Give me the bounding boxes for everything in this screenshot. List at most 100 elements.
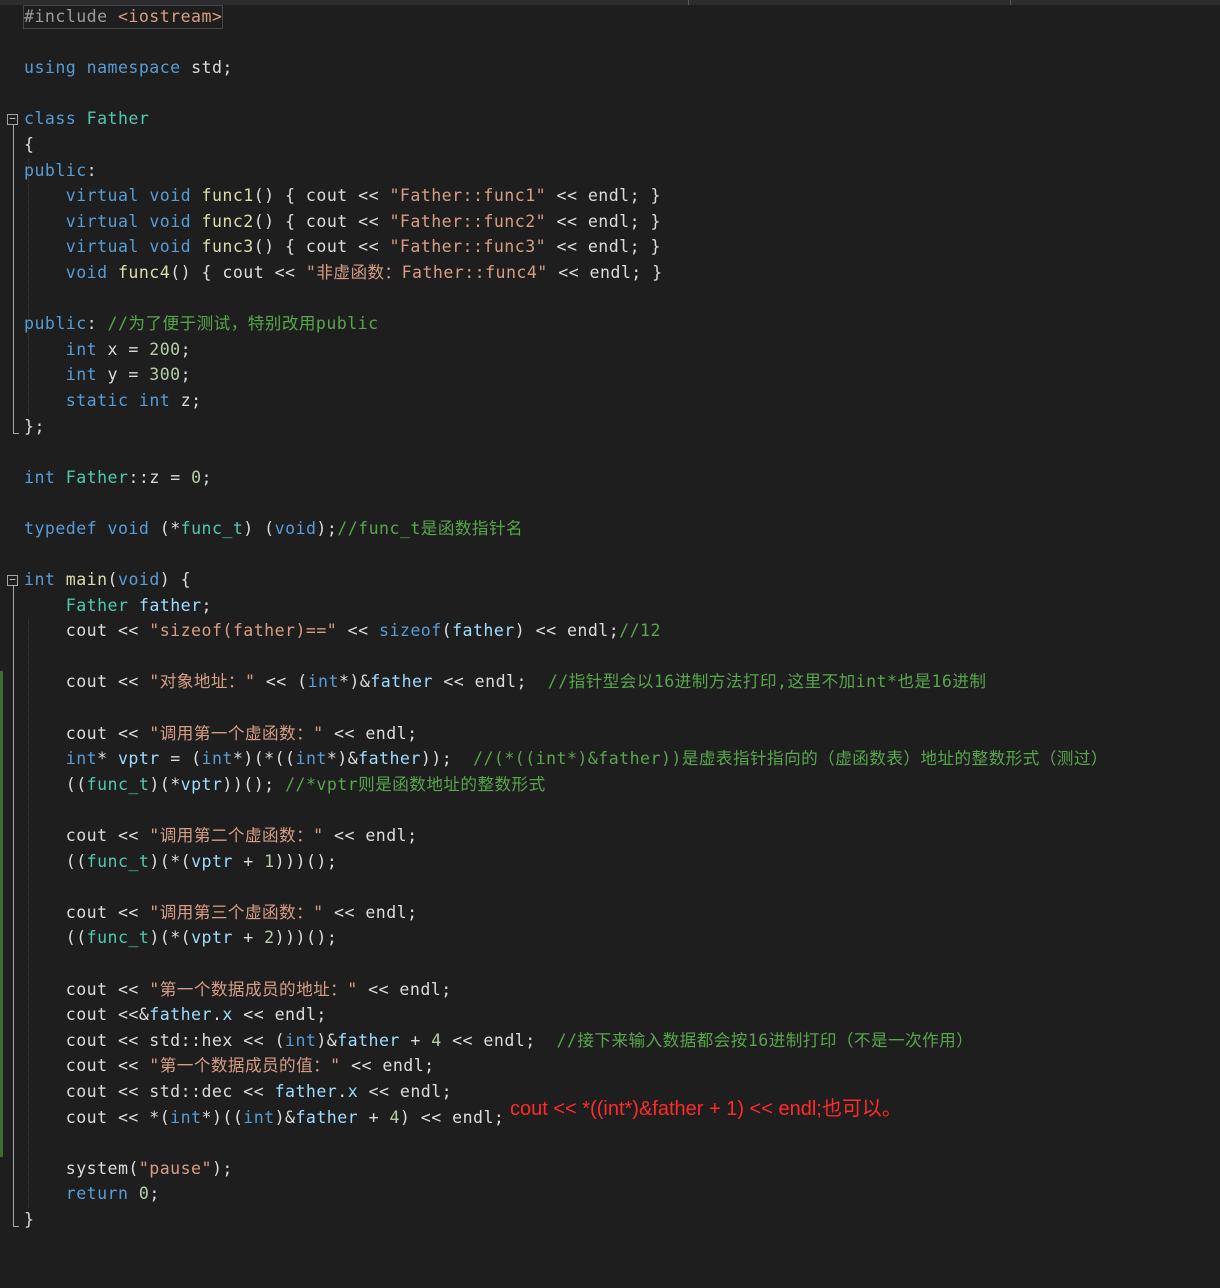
- code-line[interactable]: cout << "调用第三个虚函数：" << endl;: [0, 901, 1220, 927]
- code-line[interactable]: [0, 645, 1220, 671]
- code-line[interactable]: [0, 1131, 1220, 1157]
- code-line[interactable]: virtual void func2() { cout << "Father::…: [0, 210, 1220, 236]
- code-line[interactable]: virtual void func3() { cout << "Father::…: [0, 235, 1220, 261]
- code-line[interactable]: [0, 542, 1220, 568]
- code-line-text[interactable]: cout <<&father.x << endl;: [24, 1004, 327, 1026]
- code-line[interactable]: typedef void (*func_t) (void);//func_t是函…: [0, 517, 1220, 543]
- code-line[interactable]: using namespace std;: [0, 56, 1220, 82]
- code-line[interactable]: public: //为了便于测试，特别改用public: [0, 312, 1220, 338]
- code-line-text[interactable]: virtual void func1() { cout << "Father::…: [24, 185, 661, 207]
- code-token-keyword: static: [65, 390, 129, 410]
- code-line-text[interactable]: };: [24, 416, 45, 438]
- code-token-plain: :: [86, 314, 108, 334]
- code-line-text[interactable]: public: //为了便于测试，特别改用public: [24, 313, 379, 335]
- code-line[interactable]: public:: [0, 159, 1220, 185]
- code-line[interactable]: system("pause");: [0, 1157, 1220, 1183]
- code-line-text[interactable]: cout << "调用第二个虚函数：" << endl;: [24, 825, 418, 847]
- code-line-text[interactable]: ((func_t)(*vptr))(); //*vptr则是函数地址的整数形式: [24, 774, 546, 796]
- code-line[interactable]: #include <iostream>: [0, 5, 1220, 31]
- code-token-string: "Father::func1": [389, 186, 547, 206]
- code-line[interactable]: cout << "调用第一个虚函数：" << endl;: [0, 722, 1220, 748]
- code-line[interactable]: int Father::z = 0;: [0, 466, 1220, 492]
- code-line[interactable]: [0, 696, 1220, 722]
- code-line-text[interactable]: return 0;: [24, 1183, 160, 1205]
- code-line-text[interactable]: public:: [24, 160, 97, 182]
- code-line[interactable]: void func4() { cout << "非虚函数：Father::fun…: [0, 261, 1220, 287]
- code-line[interactable]: cout << "第一个数据成员的地址：" << endl;: [0, 978, 1220, 1004]
- code-token-plain: *)((: [201, 1107, 244, 1127]
- code-lines[interactable]: #include <iostream> using namespace std; c…: [0, 5, 1220, 1234]
- code-line[interactable]: [0, 798, 1220, 824]
- code-line[interactable]: int x = 200;: [0, 338, 1220, 364]
- code-line[interactable]: [0, 82, 1220, 108]
- code-line[interactable]: cout << "第一个数据成员的值：" << endl;: [0, 1054, 1220, 1080]
- code-line-text[interactable]: void func4() { cout << "非虚函数：Father::fun…: [24, 262, 663, 284]
- code-editor[interactable]: − − #include <iostream> using namespace st…: [0, 0, 1220, 1288]
- code-line[interactable]: }: [0, 1208, 1220, 1234]
- code-line-text[interactable]: Father father;: [24, 595, 212, 617]
- code-line[interactable]: [0, 31, 1220, 57]
- code-line-text[interactable]: virtual void func2() { cout << "Father::…: [24, 211, 661, 233]
- code-line[interactable]: int main(void) {: [0, 568, 1220, 594]
- code-line[interactable]: [0, 440, 1220, 466]
- code-line-text[interactable]: int y = 300;: [24, 364, 191, 386]
- code-line[interactable]: int* vptr = (int*)(*((int*)&father)); //…: [0, 747, 1220, 773]
- code-line[interactable]: cout << "sizeof(father)==" << sizeof(fat…: [0, 619, 1220, 645]
- code-token-type: func_t: [86, 851, 150, 871]
- code-line-text[interactable]: #include <iostream>: [22, 5, 224, 29]
- code-line[interactable]: int y = 300;: [0, 363, 1220, 389]
- code-line-text[interactable]: cout << "第一个数据成员的值：" << endl;: [24, 1055, 435, 1077]
- code-token-plain: << endl;: [323, 723, 418, 743]
- code-line-text[interactable]: }: [24, 1209, 34, 1231]
- code-line[interactable]: ((func_t)(*(vptr + 1)))();: [0, 850, 1220, 876]
- code-line[interactable]: [0, 952, 1220, 978]
- code-token-plain: (*: [149, 518, 181, 538]
- code-token-plain: )(*(: [149, 851, 192, 871]
- code-token-keyword: int: [307, 672, 339, 692]
- code-line[interactable]: cout << "对象地址：" << (int*)&father << endl…: [0, 670, 1220, 696]
- code-token-plain: +: [232, 928, 265, 948]
- code-line[interactable]: cout <<&father.x << endl;: [0, 1003, 1220, 1029]
- code-line-text[interactable]: ((func_t)(*(vptr + 1)))();: [24, 851, 337, 873]
- code-token-keyword: public: [24, 314, 87, 334]
- code-line-text[interactable]: cout << std::hex << (int)&father + 4 << …: [24, 1030, 973, 1052]
- code-line-text[interactable]: using namespace std;: [24, 57, 233, 79]
- code-line[interactable]: Father father;: [0, 594, 1220, 620]
- code-line-text[interactable]: int x = 200;: [24, 339, 191, 361]
- code-line-text[interactable]: int* vptr = (int*)(*((int*)&father)); //…: [24, 748, 1108, 770]
- code-line-text[interactable]: class Father: [24, 108, 149, 130]
- code-token-comment: //接下来输入数据都会按16进制打印（不是一次作用）: [556, 1030, 974, 1050]
- code-line[interactable]: ((func_t)(*vptr))(); //*vptr则是函数地址的整数形式: [0, 773, 1220, 799]
- code-line-text[interactable]: cout << "第一个数据成员的地址：" << endl;: [24, 979, 452, 1001]
- code-line[interactable]: };: [0, 415, 1220, 441]
- code-line[interactable]: cout << std::hex << (int)&father + 4 << …: [0, 1029, 1220, 1055]
- code-line-text[interactable]: system("pause");: [24, 1158, 233, 1180]
- code-line[interactable]: virtual void func1() { cout << "Father::…: [0, 184, 1220, 210]
- code-line-text[interactable]: cout << std::dec << father.x << endl;: [24, 1081, 452, 1103]
- code-line-text[interactable]: static int z;: [24, 390, 202, 412]
- code-line[interactable]: ((func_t)(*(vptr + 2)))();: [0, 926, 1220, 952]
- code-token-keyword: namespace: [86, 58, 181, 78]
- code-line-text[interactable]: cout << *(int*)((int)&father + 4) << end…: [24, 1107, 504, 1129]
- code-line[interactable]: cout << "调用第二个虚函数：" << endl;: [0, 824, 1220, 850]
- code-token-keyword: virtual: [65, 211, 139, 231]
- code-line[interactable]: return 0;: [0, 1182, 1220, 1208]
- code-line[interactable]: {: [0, 133, 1220, 159]
- code-line[interactable]: [0, 287, 1220, 313]
- code-line[interactable]: static int z;: [0, 389, 1220, 415]
- code-line-text[interactable]: cout << "调用第三个虚函数：" << endl;: [24, 902, 418, 924]
- code-line-text[interactable]: typedef void (*func_t) (void);//func_t是函…: [24, 518, 523, 540]
- code-line-text[interactable]: {: [24, 134, 34, 156]
- code-line-text[interactable]: int main(void) {: [24, 569, 191, 591]
- code-line-text[interactable]: ((func_t)(*(vptr + 2)))();: [24, 927, 337, 949]
- code-line-text[interactable]: cout << "sizeof(father)==" << sizeof(fat…: [24, 620, 661, 642]
- code-line-text[interactable]: cout << "调用第一个虚函数：" << endl;: [24, 723, 418, 745]
- code-line-text[interactable]: int Father::z = 0;: [24, 467, 212, 489]
- code-line-text[interactable]: virtual void func3() { cout << "Father::…: [24, 236, 661, 258]
- code-line[interactable]: class Father: [0, 107, 1220, 133]
- code-line[interactable]: [0, 875, 1220, 901]
- code-line-text[interactable]: cout << "对象地址：" << (int*)&father << endl…: [24, 671, 986, 693]
- code-line[interactable]: [0, 491, 1220, 517]
